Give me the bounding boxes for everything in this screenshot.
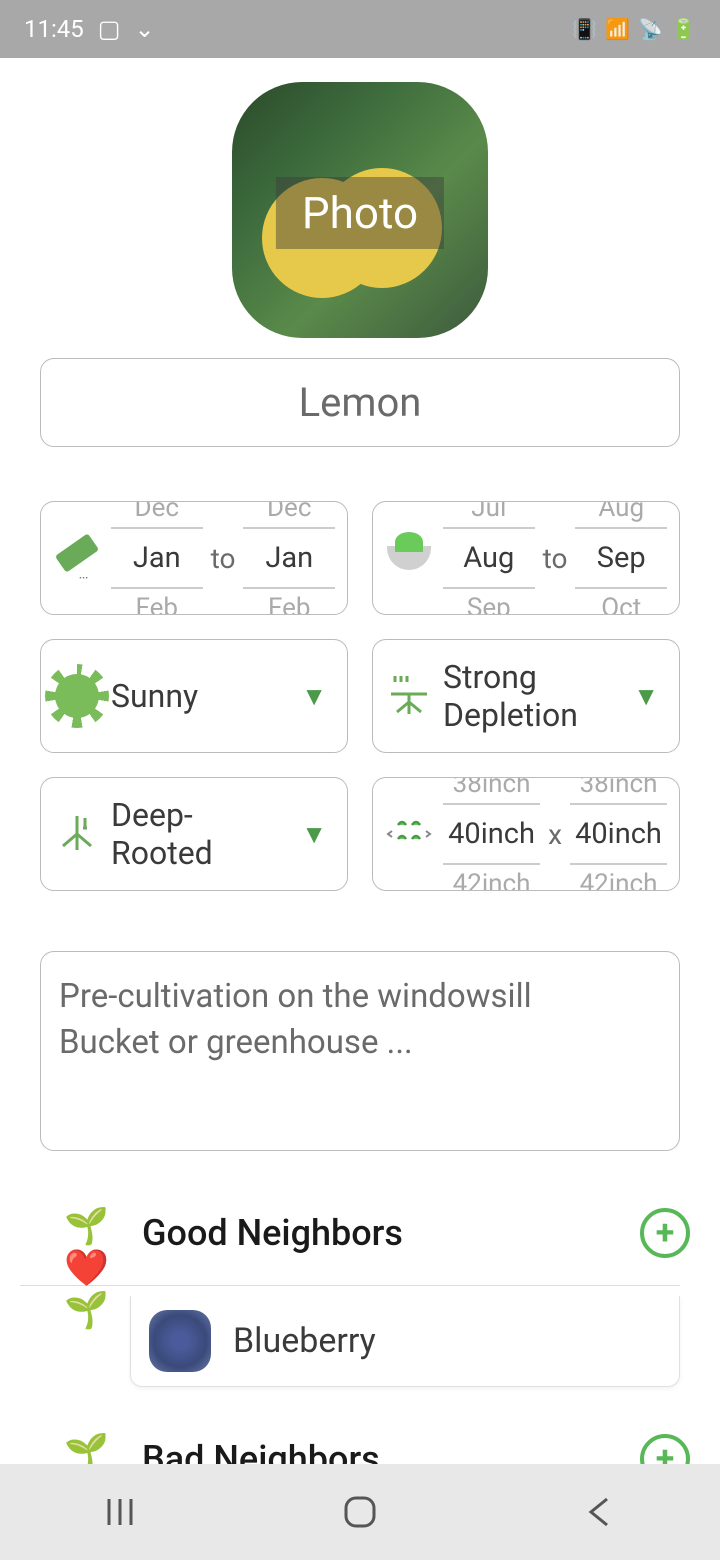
plant-name-input[interactable]: Lemon — [40, 358, 680, 447]
add-good-neighbor-button[interactable]: + — [640, 1208, 690, 1258]
chevron-down-icon: ▼ — [301, 819, 327, 850]
plant-photo[interactable]: Photo — [232, 82, 488, 338]
battery-icon: 🔋 — [671, 17, 696, 41]
notes-field[interactable]: Pre-cultivation on the windowsill Bucket… — [40, 951, 680, 1151]
wifi-icon: 📶 — [605, 17, 630, 41]
signal-icon: 📡 — [638, 17, 663, 41]
spacing-picker[interactable]: 38inch 40inch 42inch x 38inch 40inch 42i… — [372, 777, 680, 891]
chevron-down-icon: ▼ — [633, 681, 659, 712]
system-navbar — [0, 1464, 720, 1560]
harvest-icon — [385, 534, 433, 582]
vibrate-icon: 📳 — [572, 17, 597, 41]
chevron-down-icon: ▼ — [301, 681, 327, 712]
status-time: 11:45 — [24, 15, 84, 43]
depletion-dropdown[interactable]: Strong Depletion ▼ — [372, 639, 680, 753]
sun-icon — [53, 672, 101, 720]
root-depth-dropdown[interactable]: Deep-Rooted ▼ — [40, 777, 348, 891]
divider — [20, 1285, 680, 1286]
photo-label: Photo — [276, 177, 444, 249]
seed-icon — [53, 534, 101, 582]
good-neighbors-icon: 🌱❤️🌱 — [64, 1205, 120, 1261]
sow-period-picker[interactable]: Dec Jan Feb to Dec Jan Feb — [40, 501, 348, 615]
good-neighbors-header: 🌱❤️🌱 Good Neighbors + — [40, 1191, 680, 1275]
back-button[interactable] — [580, 1492, 620, 1532]
neighbor-item[interactable]: Blueberry — [130, 1296, 680, 1387]
gallery-icon: ▢ — [98, 15, 121, 43]
check-icon: ⌄ — [134, 15, 154, 43]
status-icons: 📳 📶 📡 🔋 — [572, 17, 696, 41]
home-button[interactable] — [340, 1492, 380, 1532]
depletion-icon — [385, 672, 433, 720]
root-icon — [53, 810, 101, 858]
status-bar: 11:45 ▢ ⌄ 📳 📶 📡 🔋 — [0, 0, 720, 58]
recents-button[interactable] — [100, 1492, 140, 1532]
blueberry-thumb — [149, 1310, 211, 1372]
harvest-period-picker[interactable]: Jul Aug Sep to Aug Sep Oct — [372, 501, 680, 615]
spacing-icon — [385, 810, 433, 858]
light-dropdown[interactable]: Sunny ▼ — [40, 639, 348, 753]
